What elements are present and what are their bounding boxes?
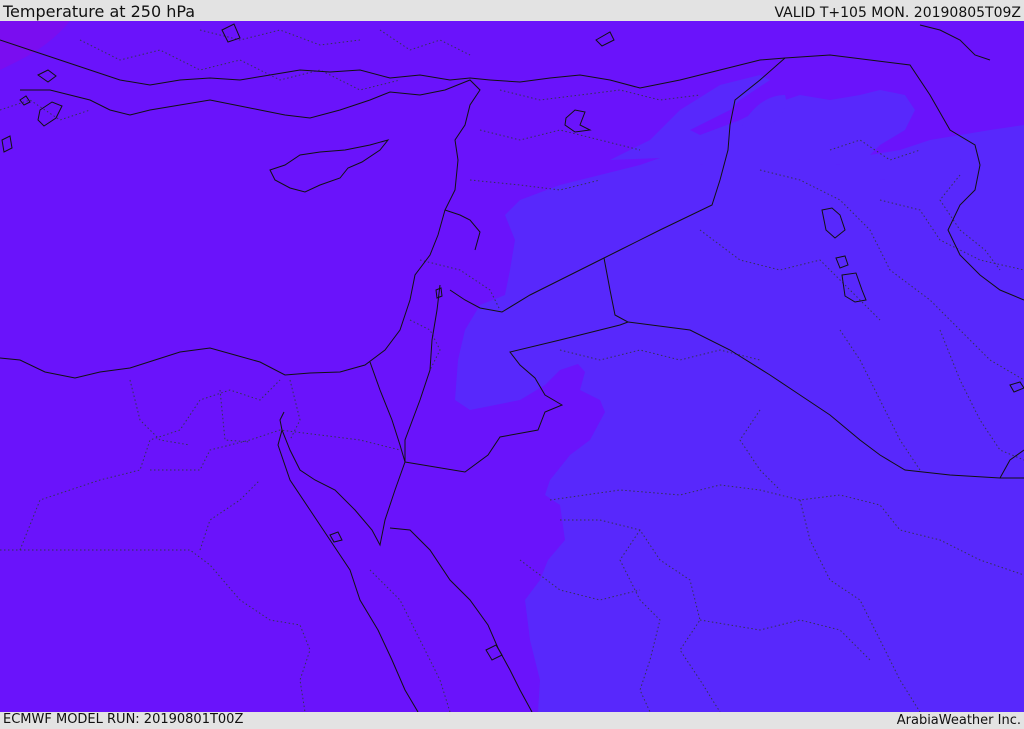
map-header: Temperature at 250 hPa VALID T+105 MON. … xyxy=(0,0,1024,21)
map-canvas xyxy=(0,21,1024,712)
weather-map[interactable] xyxy=(0,21,1024,712)
valid-time: VALID T+105 MON. 20190805T09Z xyxy=(774,5,1021,21)
model-run-label: ECMWF MODEL RUN: 20190801T00Z xyxy=(3,712,244,727)
map-footer: ECMWF MODEL RUN: 20190801T00Z ArabiaWeat… xyxy=(0,712,1024,729)
credit-label: ArabiaWeather Inc. xyxy=(896,713,1021,728)
map-title: Temperature at 250 hPa xyxy=(3,2,196,21)
